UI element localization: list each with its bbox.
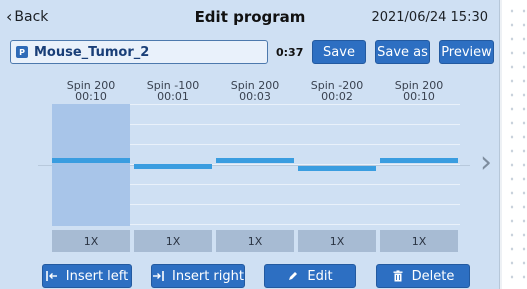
insert-left-icon — [45, 270, 58, 282]
save-as-button[interactable]: Save as — [375, 40, 430, 64]
program-icon: P — [16, 46, 28, 58]
save-button[interactable]: Save — [312, 40, 366, 64]
insert-right-label: Insert right — [172, 268, 244, 284]
step-label[interactable]: Spin -200 00:02 — [298, 80, 376, 102]
delete-button[interactable]: Delete — [376, 264, 470, 288]
edit-label: Edit — [307, 268, 333, 284]
step-label[interactable]: Spin 200 00:03 — [216, 80, 294, 102]
step-repeat[interactable]: 1X — [52, 230, 130, 252]
step-label[interactable]: Spin 200 00:10 — [52, 80, 130, 102]
program-name-field[interactable]: P Mouse_Tumor_2 — [10, 40, 268, 64]
step-time: 00:02 — [321, 90, 353, 103]
edit-button[interactable]: Edit — [264, 264, 356, 288]
insert-right-button[interactable]: Insert right — [151, 264, 245, 288]
insert-right-icon — [152, 270, 164, 282]
step-speed-bar[interactable] — [216, 158, 294, 163]
step-repeat[interactable]: 1X — [380, 230, 458, 252]
trash-icon — [392, 270, 404, 282]
insert-left-button[interactable]: Insert left — [42, 264, 132, 288]
delete-label: Delete — [411, 268, 455, 284]
chevron-right-icon[interactable]: › — [480, 148, 498, 182]
step-label[interactable]: Spin 200 00:10 — [380, 80, 458, 102]
preview-button[interactable]: Preview — [439, 40, 494, 64]
step-label[interactable]: Spin -100 00:01 — [134, 80, 212, 102]
step-repeat[interactable]: 1X — [134, 230, 212, 252]
program-name: Mouse_Tumor_2 — [34, 44, 150, 60]
top-bar: ‹ Back Edit program 2021/06/24 15:30 — [0, 0, 500, 32]
device-screen: ‹ Back Edit program 2021/06/24 15:30 P M… — [0, 0, 500, 289]
step-speed-bar[interactable] — [298, 166, 376, 171]
step-time: 00:01 — [157, 90, 189, 103]
step-repeat[interactable]: 1X — [298, 230, 376, 252]
step-speed-bar[interactable] — [52, 158, 130, 163]
step-time: 00:10 — [75, 90, 107, 103]
datetime: 2021/06/24 15:30 — [371, 10, 488, 25]
step-time: 00:10 — [403, 90, 435, 103]
step-time: 00:03 — [239, 90, 271, 103]
program-duration: 0:37 — [276, 46, 304, 59]
dotted-decoration — [502, 0, 527, 289]
step-repeat[interactable]: 1X — [216, 230, 294, 252]
selected-step-highlight[interactable] — [52, 104, 130, 226]
step-speed-bar[interactable] — [380, 158, 458, 163]
step-speed-bar[interactable] — [134, 164, 212, 169]
insert-left-label: Insert left — [65, 268, 129, 284]
pencil-icon — [287, 270, 299, 282]
